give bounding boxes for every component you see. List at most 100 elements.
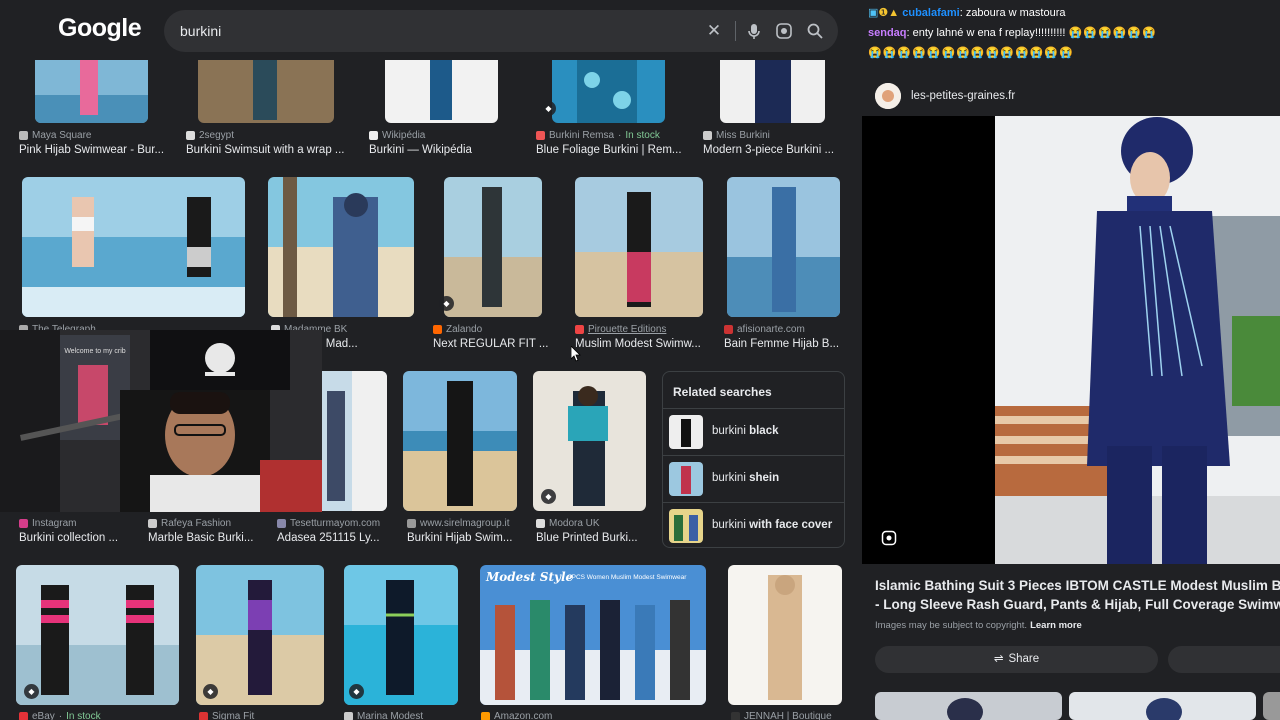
shopping-tag-icon: ◆: [24, 684, 39, 699]
related-search-shein[interactable]: burkini shein: [663, 455, 844, 502]
result-source: Sigma Fit: [199, 711, 254, 720]
search-bar: ✕: [164, 10, 838, 52]
result-source: Zalando: [433, 324, 482, 335]
result-thumbnail[interactable]: [575, 177, 703, 317]
stream-chat-overlay: ▣❶▲ cubalafami: zaboura w mastoura senda…: [862, 0, 1280, 64]
source-favicon: [433, 325, 442, 334]
result-source: Tesetturmayom.com: [277, 518, 380, 529]
result-title[interactable]: Burkini Swimsuit with a wrap ...: [186, 144, 348, 156]
result-thumbnail[interactable]: [196, 565, 324, 705]
result-title[interactable]: Burkini collection ...: [19, 532, 129, 544]
source-favicon: [186, 131, 195, 140]
preview-title[interactable]: Islamic Bathing Suit 3 Pieces IBTOM CAST…: [875, 576, 1280, 614]
result-source: Maya Square: [19, 130, 91, 141]
google-logo[interactable]: Google: [58, 14, 142, 43]
related-image-thumbnail[interactable]: [1069, 692, 1256, 720]
streamer-webcam: Welcome to my crib: [0, 330, 322, 512]
result-thumbnail[interactable]: [344, 565, 458, 705]
result-title[interactable]: Blue Printed Burki...: [536, 532, 646, 544]
result-thumbnail[interactable]: [35, 60, 148, 123]
poster-text: Welcome to my crib: [64, 348, 126, 355]
result-title[interactable]: Burkini — Wikipédia: [369, 144, 509, 156]
result-source: JENNAH | Boutique: [731, 711, 832, 720]
source-favicon: [703, 131, 712, 140]
preview-image[interactable]: [862, 116, 1280, 564]
search-icon[interactable]: [805, 21, 825, 41]
result-thumbnail[interactable]: [727, 177, 840, 317]
search-divider: [735, 21, 736, 41]
result-source: Burkini Remsa · In stock: [536, 130, 660, 141]
site-name: les-petites-graines.fr: [911, 90, 1016, 102]
site-favicon: [875, 83, 901, 109]
shopping-tag-icon: ◆: [203, 684, 218, 699]
result-source: Modora UK: [536, 518, 600, 529]
result-source: eBay · In stock: [19, 711, 101, 720]
related-thumbnail: [669, 509, 703, 543]
shopping-tag-icon: ◆: [541, 101, 556, 116]
lens-icon[interactable]: [774, 21, 794, 41]
result-title[interactable]: Pink Hijab Swimwear - Bur...: [19, 144, 167, 156]
search-input[interactable]: [180, 10, 680, 52]
preview-source[interactable]: les-petites-graines.fr: [875, 83, 1015, 109]
result-source: Marina Modest: [344, 711, 423, 720]
share-icon: ⇌: [993, 653, 1004, 665]
result-thumbnail[interactable]: [552, 60, 665, 123]
close-icon[interactable]: ✕: [704, 21, 724, 41]
secondary-action-button[interactable]: [1168, 646, 1280, 673]
result-title[interactable]: Blue Foliage Burkini | Rem...: [536, 144, 684, 156]
result-title[interactable]: Burkini Hijab Swim...: [407, 532, 517, 544]
result-thumbnail[interactable]: [385, 60, 498, 123]
result-thumbnail[interactable]: [198, 60, 334, 123]
chat-message: 😭😭😭😭😭😭😭😭😭😭😭😭😭😭: [868, 47, 1074, 59]
result-title[interactable]: Muslim Modest Swimw...: [575, 338, 705, 350]
source-favicon: [148, 519, 157, 528]
result-title[interactable]: Bain Femme Hijab B...: [724, 338, 844, 350]
related-searches-title: Related searches: [673, 385, 772, 399]
source-favicon: [19, 131, 28, 140]
result-thumbnail[interactable]: [403, 371, 517, 511]
source-favicon: [575, 325, 584, 334]
result-title[interactable]: Adasea 251115 Ly...: [277, 532, 387, 544]
result-thumbnail[interactable]: [444, 177, 542, 317]
related-image-thumbnail[interactable]: [875, 692, 1062, 720]
mouse-cursor-icon: [570, 345, 581, 362]
result-thumbnail[interactable]: Modest Style 3PCS Women Muslim Modest Sw…: [480, 565, 706, 705]
result-source: 2segypt: [186, 130, 234, 141]
shopping-tag-icon: ◆: [541, 489, 556, 504]
source-favicon: [277, 519, 286, 528]
shopping-tag-icon: ◆: [349, 684, 364, 699]
product-banner-subtitle: 3PCS Women Muslim Modest Swimwear: [568, 574, 687, 581]
source-favicon: [536, 519, 545, 528]
result-title[interactable]: Marble Basic Burki...: [148, 532, 258, 544]
result-thumbnail[interactable]: [268, 177, 414, 317]
result-source: Rafeya Fashion: [148, 518, 231, 529]
source-favicon: [19, 519, 28, 528]
related-search-face-cover[interactable]: burkini with face cover: [663, 502, 844, 549]
result-thumbnail[interactable]: [16, 565, 179, 705]
related-search-label: burkini shein: [712, 472, 780, 484]
related-thumbnail: [669, 415, 703, 449]
microphone-icon[interactable]: [744, 21, 764, 41]
learn-more-link[interactable]: Learn more: [1030, 620, 1082, 631]
chat-message: sendaq: enty lahné w ena f replay!!!!!!!…: [868, 27, 1157, 39]
related-thumbnail: [669, 462, 703, 496]
result-thumbnail[interactable]: [720, 60, 825, 123]
source-favicon: [724, 325, 733, 334]
chat-message: ▣❶▲ cubalafami: zaboura w mastoura: [868, 7, 1066, 19]
source-favicon: [536, 131, 545, 140]
copyright-notice: Images may be subject to copyright. Learn…: [875, 620, 1082, 631]
result-title[interactable]: Next REGULAR FIT ...: [433, 338, 553, 350]
lens-search-icon[interactable]: [881, 530, 897, 546]
result-source: Pirouette Editions: [575, 324, 666, 335]
screen: { "header": { "logo": "Google", "search_…: [0, 0, 1280, 720]
related-search-black[interactable]: burkini black: [663, 408, 844, 455]
search-header: Google ✕: [0, 0, 860, 60]
result-thumbnail[interactable]: [322, 371, 387, 511]
share-button[interactable]: ⇌ Share: [875, 646, 1158, 673]
result-source: www.sirelmagroup.it: [407, 518, 509, 529]
result-thumbnail[interactable]: [22, 177, 245, 317]
result-thumbnail[interactable]: [728, 565, 842, 705]
result-title[interactable]: Modern 3-piece Burkini ...: [703, 144, 843, 156]
product-banner-title: Modest Style: [486, 570, 574, 584]
related-image-thumbnail[interactable]: [1263, 692, 1280, 720]
